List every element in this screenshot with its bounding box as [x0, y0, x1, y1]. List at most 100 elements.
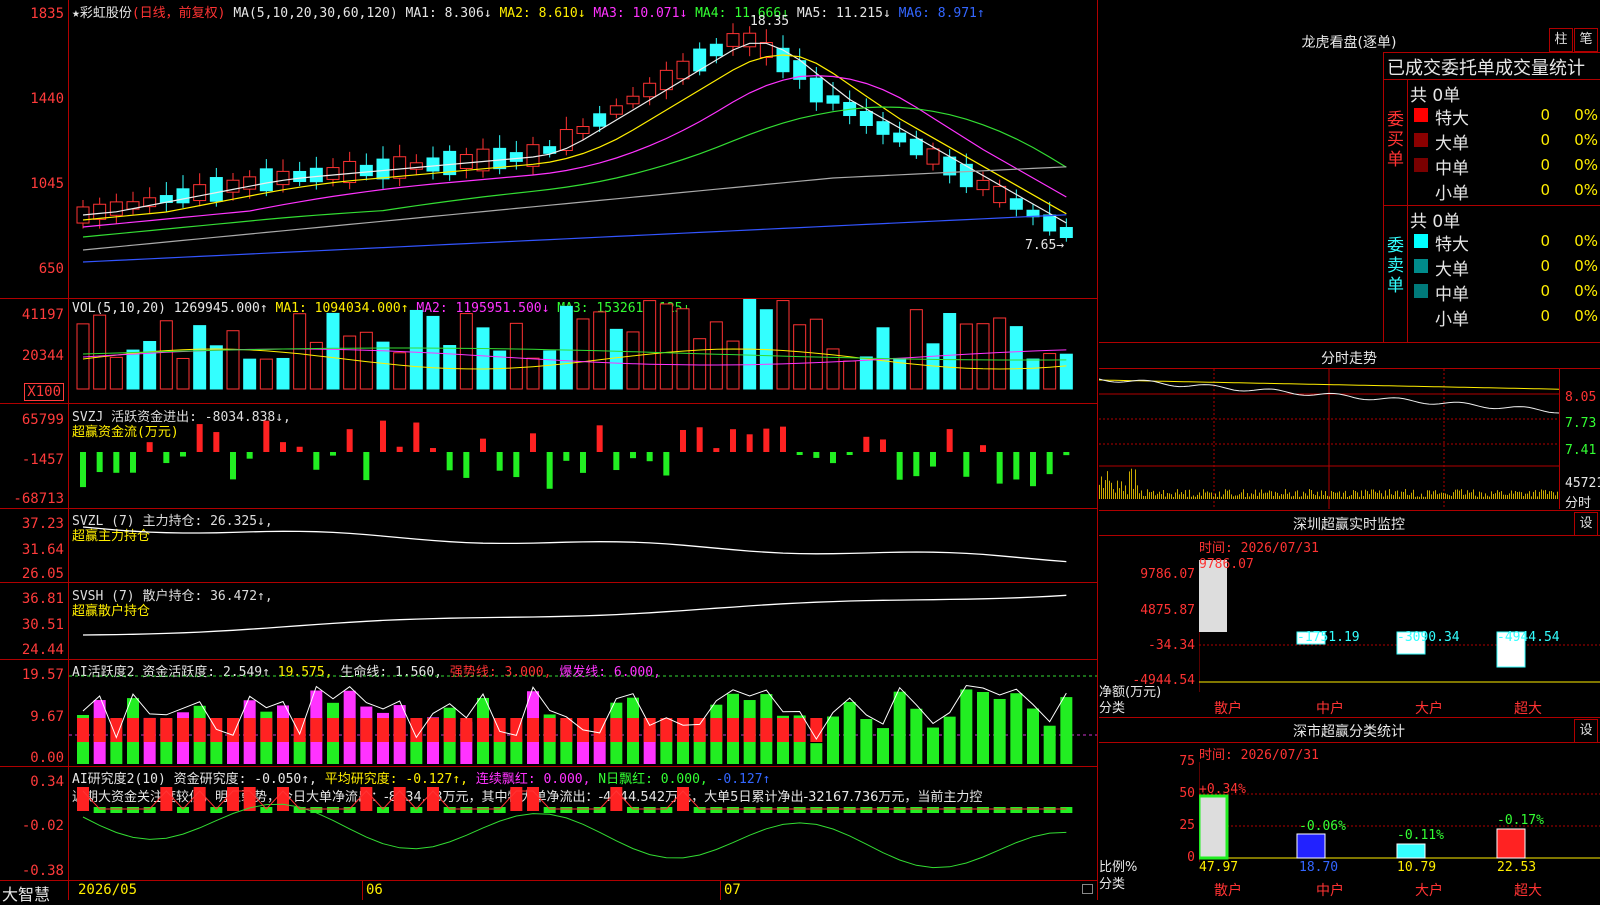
fenshi-vol-bar	[1377, 492, 1378, 499]
volume-bar	[476, 327, 490, 390]
fenshi-vol-bar	[1271, 491, 1272, 499]
research-bar	[410, 807, 423, 813]
activity-bar	[993, 698, 1006, 764]
ai-active-chart[interactable]	[69, 660, 1097, 766]
flow-bar	[413, 422, 420, 452]
fenshi-vol-bar	[1145, 496, 1146, 499]
lock-icon[interactable]	[1082, 884, 1093, 894]
fenshi-vol-bar	[1413, 489, 1414, 499]
candle	[1043, 214, 1057, 232]
candle	[809, 77, 823, 103]
flow-bar	[1030, 452, 1036, 487]
sz-class-chart	[1199, 762, 1600, 862]
bar-mode-button[interactable]: 柱	[1549, 28, 1573, 52]
activity-bar-base	[410, 718, 423, 742]
volume-bar	[659, 303, 673, 390]
buy-swatch	[1414, 108, 1428, 122]
fenshi-chart[interactable]	[1099, 369, 1559, 509]
sz-class-settings-button[interactable]: 设	[1574, 719, 1598, 743]
activity-bar-base	[93, 718, 106, 742]
candle	[926, 148, 940, 165]
szm-cat: 中户	[1316, 701, 1344, 717]
fenshi-vol-bar	[1195, 496, 1196, 499]
flow-bar	[796, 452, 803, 455]
activity-bar-base	[177, 718, 189, 742]
flow-bar	[763, 428, 770, 452]
fenshi-vol-bar	[1375, 491, 1376, 499]
volume-bar	[909, 309, 923, 390]
research-bar	[993, 807, 1006, 813]
fenshi-vol-bar	[1309, 489, 1310, 499]
candle	[909, 138, 923, 156]
longhu-header: 已成交委托单成交量统计	[1387, 58, 1585, 79]
tick-mode-button[interactable]: 笔	[1574, 28, 1598, 52]
sell-total: 共 0单	[1410, 212, 1461, 232]
fenshi-vol-bar	[1263, 493, 1264, 499]
buy-row-pct: 0%	[1574, 131, 1598, 149]
fenshi-vol-bar	[1525, 493, 1526, 499]
fenshi-vol-bar	[1553, 492, 1554, 499]
buy-total: 共 0单	[1410, 86, 1461, 106]
fenshi-vol-bar	[1539, 491, 1540, 499]
main-chart-area[interactable]: ★彩虹股份(日线，前复权) MA(5,10,20,30,60,120) MA1:…	[0, 0, 1098, 904]
research-bar	[977, 807, 989, 813]
date-label: 06	[366, 882, 383, 898]
sz-class-title: 深市超赢分类统计	[1293, 724, 1405, 740]
fenshi-vol-bar	[1183, 494, 1184, 499]
candle	[643, 82, 657, 98]
activity-bar-base	[643, 718, 656, 742]
candle	[976, 179, 990, 191]
svsh-chart[interactable]	[69, 583, 1097, 659]
fenshi-vol-bar	[1397, 490, 1398, 499]
activity-bar	[110, 741, 123, 764]
sz-monitor-settings-button[interactable]: 设	[1574, 512, 1598, 536]
volume-bar	[159, 320, 173, 390]
activity-bar-base	[727, 718, 739, 742]
svzl-chart[interactable]	[69, 509, 1097, 582]
flow-bar	[1013, 452, 1020, 480]
fenshi-vol-bar	[1191, 496, 1192, 499]
candle	[593, 113, 607, 127]
fenshi-tick: 7.73	[1565, 416, 1597, 431]
ai-research-chart[interactable]	[69, 767, 1097, 880]
fenshi-vol-bar	[1233, 496, 1234, 499]
research-bar	[77, 787, 89, 811]
fenshi-vol-bar	[1355, 490, 1356, 499]
research-bar	[93, 807, 106, 813]
research-bar	[893, 807, 906, 813]
fenshi-vol-bar	[1367, 491, 1368, 499]
sell-swatch	[1414, 234, 1428, 248]
svzj-chart[interactable]	[69, 404, 1097, 508]
research-bar	[793, 807, 806, 813]
fenshi-vol-bar	[1251, 493, 1252, 499]
fenshi-vol-bar	[1155, 495, 1156, 499]
fenshi-vol-bar	[1303, 491, 1304, 499]
price-chart[interactable]	[69, 0, 1097, 298]
vol-chart[interactable]	[69, 299, 1097, 403]
fenshi-vol-bar	[1353, 490, 1354, 499]
fenshi-vol-bar	[1383, 496, 1384, 499]
research-bar	[693, 807, 706, 813]
research-bar	[927, 807, 939, 813]
activity-bar-base	[427, 718, 439, 742]
flow-bar	[296, 446, 303, 452]
volume-bar	[326, 312, 340, 390]
candle	[826, 95, 840, 104]
activity-bar-base	[510, 718, 523, 742]
flow-bar	[663, 452, 670, 476]
fenshi-vol-bar	[1177, 489, 1178, 499]
szc-pct: -0.17%	[1497, 813, 1544, 828]
candle	[959, 163, 973, 188]
activity-bar-base	[610, 718, 623, 742]
research-bar	[127, 807, 139, 813]
volume-bar	[143, 341, 157, 390]
research-bar	[627, 807, 639, 813]
fenshi-vol-bar	[1175, 492, 1176, 499]
fenshi-vol-bar	[1341, 496, 1342, 499]
sz-class-tick: 50	[1179, 786, 1195, 801]
candle	[426, 157, 440, 172]
sz-monitor-title: 深圳超赢实时监控	[1293, 517, 1405, 533]
fenshi-vol-bar	[1243, 489, 1244, 499]
research-bar	[727, 807, 739, 813]
candle	[1009, 198, 1023, 210]
